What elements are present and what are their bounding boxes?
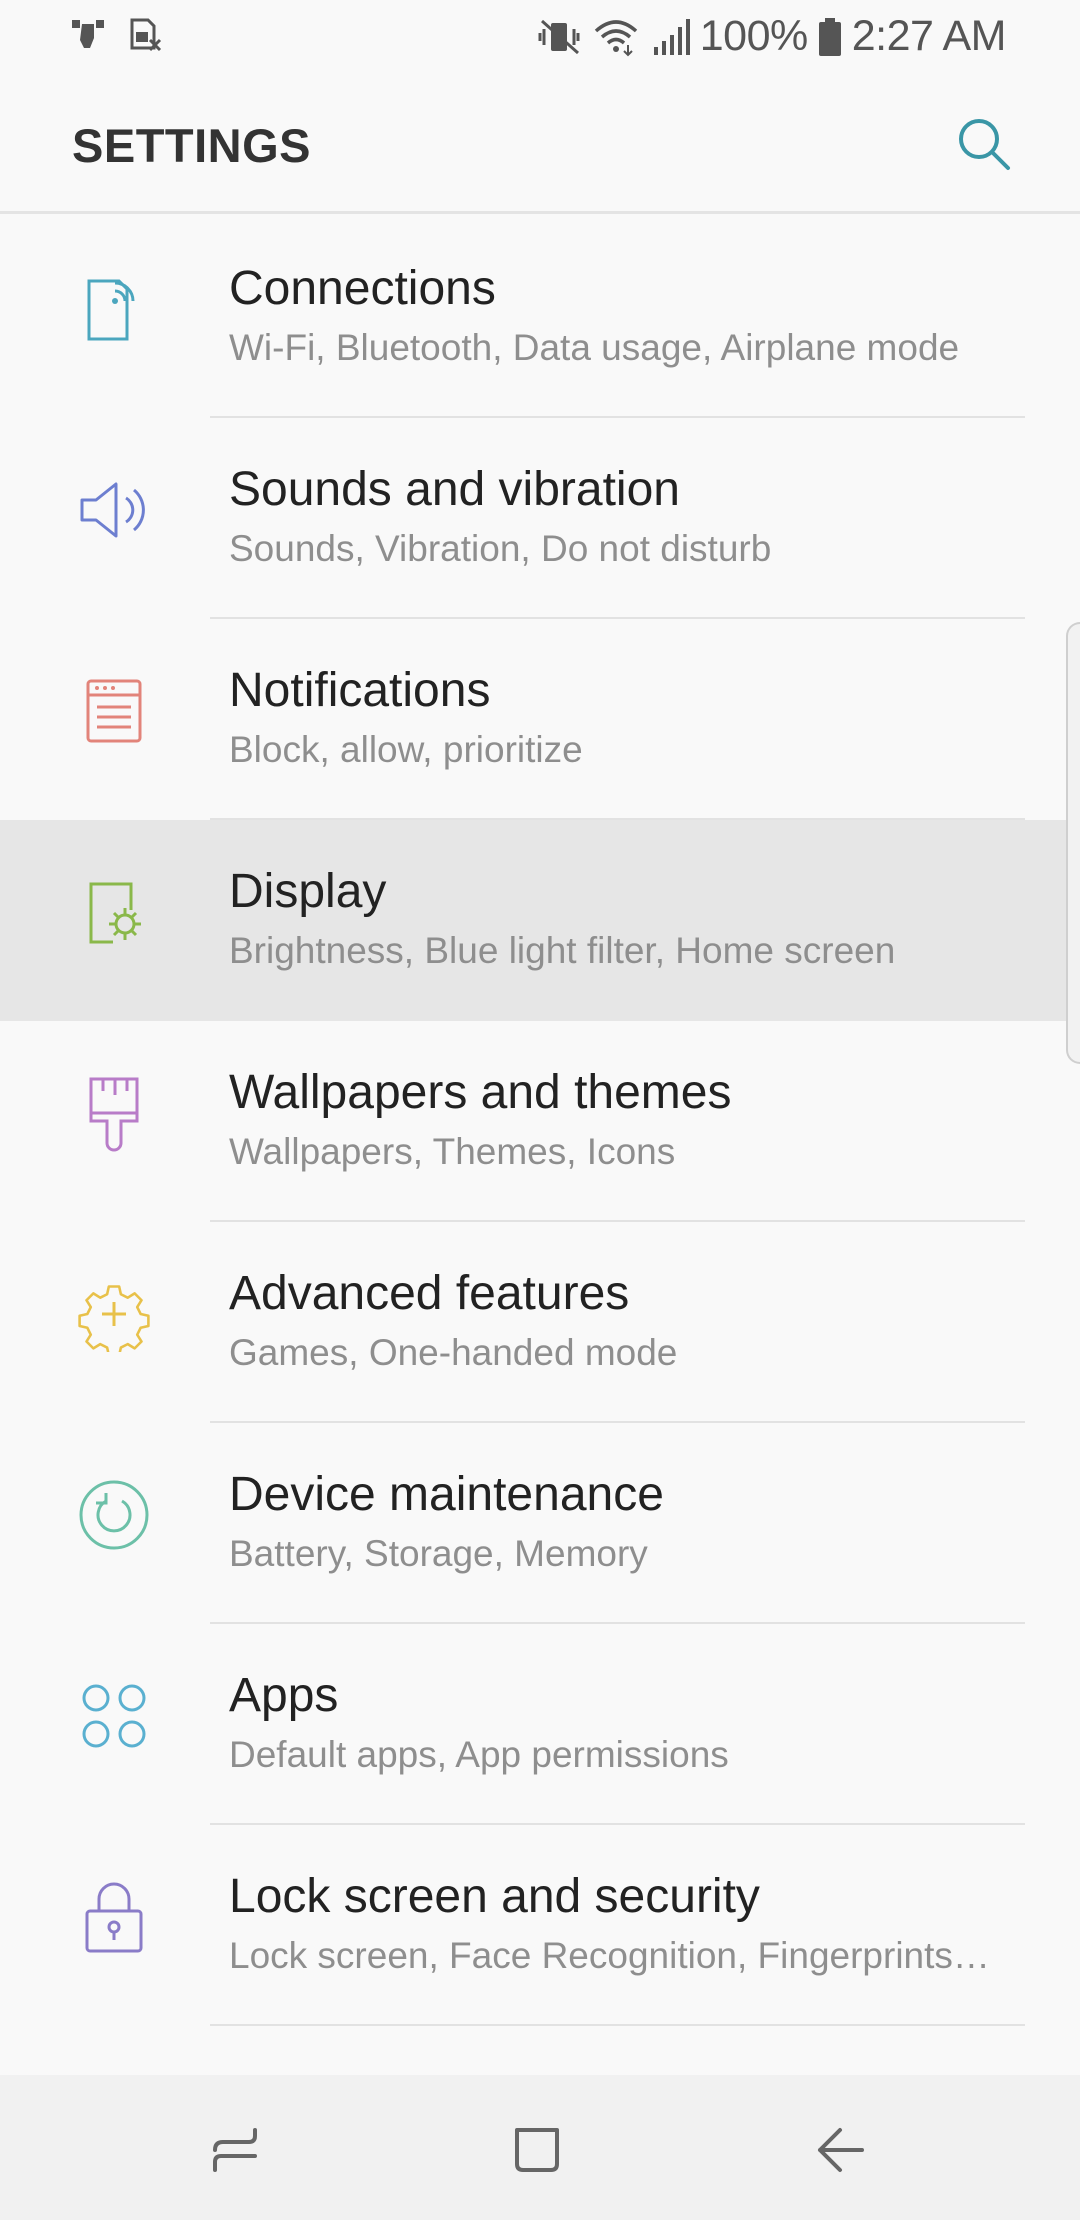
gear-plus-icon xyxy=(72,1272,156,1356)
back-button[interactable] xyxy=(795,2105,885,2195)
status-left-icons xyxy=(70,18,164,59)
settings-item-lock-screen[interactable]: Lock screen and security Lock screen, Fa… xyxy=(0,1825,1080,2026)
home-icon xyxy=(515,2128,559,2172)
battery-percent: 100% xyxy=(699,12,808,60)
item-subtitle: Brightness, Blue light filter, Home scre… xyxy=(229,930,896,971)
item-title: Sounds and vibration xyxy=(229,463,680,516)
settings-item-connections[interactable]: Connections Wi-Fi, Bluetooth, Data usage… xyxy=(0,217,1080,418)
search-icon xyxy=(959,119,1010,170)
item-title: Wallpapers and themes xyxy=(229,1066,732,1119)
status-right: 100% 2:27 AM xyxy=(538,12,1007,61)
lock-icon xyxy=(72,1875,156,1959)
back-icon xyxy=(818,2128,864,2172)
signal-icon xyxy=(650,17,690,57)
item-title: Notifications xyxy=(229,664,491,717)
item-subtitle: Wallpapers, Themes, Icons xyxy=(229,1131,676,1172)
navigation-bar xyxy=(0,2075,1080,2220)
item-title: Device maintenance xyxy=(229,1468,664,1521)
app-bar: SETTINGS xyxy=(0,72,1080,214)
notifications-icon xyxy=(72,669,156,753)
wifi-icon xyxy=(592,17,640,57)
home-button[interactable] xyxy=(492,2105,582,2195)
settings-item-sounds[interactable]: Sounds and vibration Sounds, Vibration, … xyxy=(0,418,1080,619)
status-bar: 100% 2:27 AM xyxy=(0,0,1080,72)
search-button[interactable] xyxy=(948,108,1020,180)
sim-off-icon xyxy=(128,18,164,59)
item-subtitle: Block, allow, prioritize xyxy=(229,729,583,770)
item-subtitle: Battery, Storage, Memory xyxy=(229,1533,648,1574)
settings-item-wallpapers[interactable]: Wallpapers and themes Wallpapers, Themes… xyxy=(0,1021,1080,1222)
refresh-circle-icon xyxy=(72,1473,156,1557)
item-subtitle: Sounds, Vibration, Do not disturb xyxy=(229,528,772,569)
item-subtitle: Lock screen, Face Recognition, Fingerpri… xyxy=(229,1935,990,1976)
settings-item-device-maintenance[interactable]: Device maintenance Battery, Storage, Mem… xyxy=(0,1423,1080,1624)
scroll-handle[interactable] xyxy=(1066,622,1080,1064)
item-subtitle: Default apps, App permissions xyxy=(229,1734,729,1775)
item-title: Advanced features xyxy=(229,1267,630,1320)
page-title: SETTINGS xyxy=(72,119,312,172)
settings-item-advanced[interactable]: Advanced features Games, One-handed mode xyxy=(0,1222,1080,1423)
clock: 2:27 AM xyxy=(851,12,1007,60)
apps-grid-icon xyxy=(72,1674,156,1758)
item-title: Connections xyxy=(229,262,496,315)
connections-icon xyxy=(72,267,156,351)
item-subtitle: Wi-Fi, Bluetooth, Data usage, Airplane m… xyxy=(229,327,960,368)
item-title: Display xyxy=(229,865,387,918)
recents-button[interactable] xyxy=(190,2105,280,2195)
settings-item-notifications[interactable]: Notifications Block, allow, prioritize xyxy=(0,619,1080,820)
divider xyxy=(210,2024,1025,2026)
item-title: Lock screen and security xyxy=(229,1870,760,1923)
settings-list: Connections Wi-Fi, Bluetooth, Data usage… xyxy=(0,217,1080,2026)
finger-tap-icon xyxy=(70,18,106,59)
mute-vibrate-icon xyxy=(538,17,582,57)
display-brightness-icon xyxy=(72,870,156,954)
settings-item-apps[interactable]: Apps Default apps, App permissions xyxy=(0,1624,1080,1825)
speaker-icon xyxy=(72,468,156,552)
recents-icon xyxy=(213,2128,257,2172)
settings-item-display[interactable]: Display Brightness, Blue light filter, H… xyxy=(0,820,1080,1021)
battery-icon xyxy=(818,17,842,57)
item-subtitle: Games, One-handed mode xyxy=(229,1332,678,1373)
paintbrush-icon xyxy=(72,1071,156,1155)
item-title: Apps xyxy=(229,1669,339,1722)
